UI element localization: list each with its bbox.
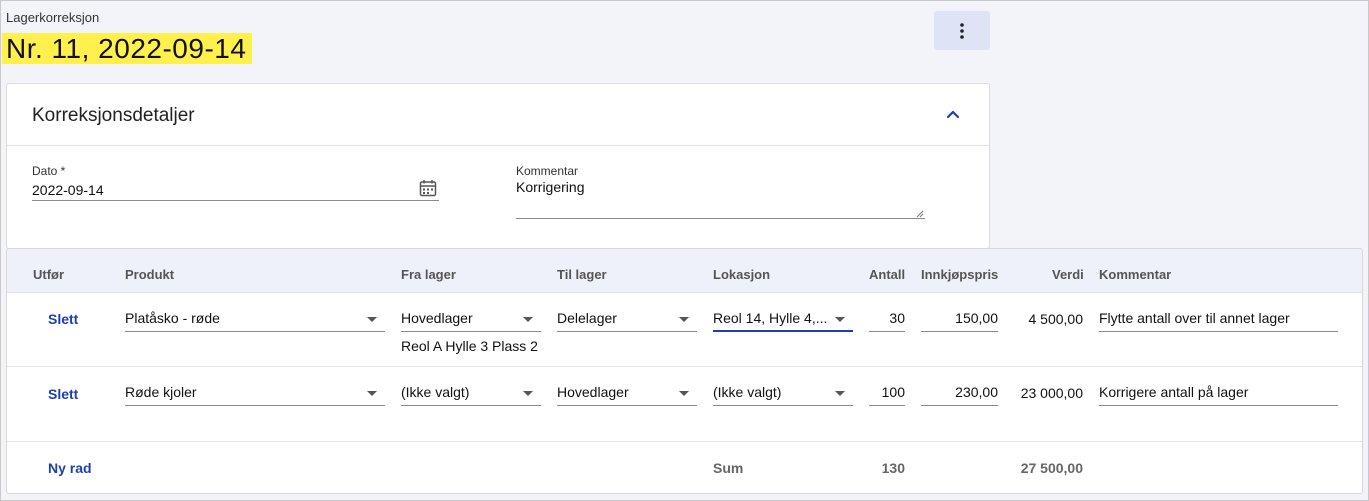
caret-down-icon xyxy=(523,317,533,322)
location-select[interactable]: Reol 14, Hylle 4,... xyxy=(713,308,853,332)
location-value: (Ikke valgt) xyxy=(713,384,782,400)
calendar-icon[interactable] xyxy=(419,179,437,197)
sum-value: 27 500,00 xyxy=(1020,460,1083,476)
caret-down-icon xyxy=(835,391,845,396)
resize-handle-icon[interactable] xyxy=(916,210,924,218)
product-value: Røde kjoler xyxy=(125,384,197,400)
column-header: Kommentar xyxy=(1099,267,1172,282)
from-warehouse-select[interactable]: Hovedlager xyxy=(401,308,541,332)
column-header: Innkjøpspris xyxy=(921,267,999,282)
location-value: Reol 14, Hylle 4,... xyxy=(713,310,828,326)
to-warehouse-value: Hovedlager xyxy=(557,384,629,400)
details-card-header[interactable]: Korreksjonsdetaljer xyxy=(7,84,989,146)
to-warehouse-select[interactable]: Hovedlager xyxy=(557,382,697,406)
new-row-link[interactable]: Ny rad xyxy=(48,460,92,476)
delete-row-link[interactable]: Slett xyxy=(48,386,78,402)
price-field[interactable]: 150,00 xyxy=(921,308,998,332)
sum-quantity: 130 xyxy=(881,460,905,476)
row-divider xyxy=(7,441,1362,442)
product-select[interactable]: Røde kjoler xyxy=(125,382,385,406)
date-field[interactable] xyxy=(32,179,439,201)
line-comment-field[interactable]: Flytte antall over til annet lager xyxy=(1099,308,1338,332)
comment-field[interactable] xyxy=(516,179,925,219)
to-warehouse-select[interactable]: Delelager xyxy=(557,308,697,332)
product-value: Platåsko - røde xyxy=(125,310,220,326)
value-text: 23 000,00 xyxy=(1020,385,1083,401)
date-label: Dato * xyxy=(32,164,66,178)
chevron-up-icon[interactable] xyxy=(945,106,961,122)
column-header: Verdi xyxy=(1052,267,1084,282)
quantity-field[interactable]: 30 xyxy=(869,308,905,332)
value-text: 4 500,00 xyxy=(1028,311,1084,327)
column-header: Produkt xyxy=(125,267,175,282)
table-header: Utfør Produkt Fra lager Til lager Lokasj… xyxy=(7,249,1362,293)
from-warehouse-select[interactable]: (Ikke valgt) xyxy=(401,382,541,406)
column-header: Lokasjon xyxy=(713,267,771,282)
comment-label: Kommentar xyxy=(516,164,579,178)
line-comment-field[interactable]: Korrigere antall på lager xyxy=(1099,382,1338,406)
correction-lines-table: Utfør Produkt Fra lager Til lager Lokasj… xyxy=(6,248,1363,494)
product-select[interactable]: Platåsko - røde xyxy=(125,308,385,332)
column-header: Antall xyxy=(869,267,906,282)
from-warehouse-value: Hovedlager xyxy=(401,310,473,326)
quantity-field[interactable]: 100 xyxy=(869,382,905,406)
column-header: Til lager xyxy=(557,267,607,282)
page-title: Nr. 11, 2022-09-14 xyxy=(2,33,253,64)
caret-down-icon xyxy=(367,391,377,396)
caret-down-icon xyxy=(679,391,689,396)
more-options-button[interactable] xyxy=(934,11,990,50)
page-subtitle: Lagerkorreksjon xyxy=(6,10,100,25)
to-warehouse-value: Delelager xyxy=(557,310,617,326)
delete-row-link[interactable]: Slett xyxy=(48,311,78,327)
caret-down-icon xyxy=(835,317,845,322)
caret-down-icon xyxy=(523,391,533,396)
row-divider xyxy=(7,366,1362,367)
caret-down-icon xyxy=(367,317,377,322)
column-header: Fra lager xyxy=(401,267,456,282)
from-warehouse-value: (Ikke valgt) xyxy=(401,384,470,400)
location-select[interactable]: (Ikke valgt) xyxy=(713,382,853,406)
caret-down-icon xyxy=(679,317,689,322)
more-vertical-icon xyxy=(960,22,964,39)
from-location-text: Reol A Hylle 3 Plass 2 xyxy=(401,338,538,354)
sum-label: Sum xyxy=(713,460,744,476)
details-card: Korreksjonsdetaljer Dato * Kommentar xyxy=(6,83,990,249)
details-heading: Korreksjonsdetaljer xyxy=(32,105,195,126)
price-field[interactable]: 230,00 xyxy=(921,382,998,406)
column-header: Utfør xyxy=(33,267,65,282)
